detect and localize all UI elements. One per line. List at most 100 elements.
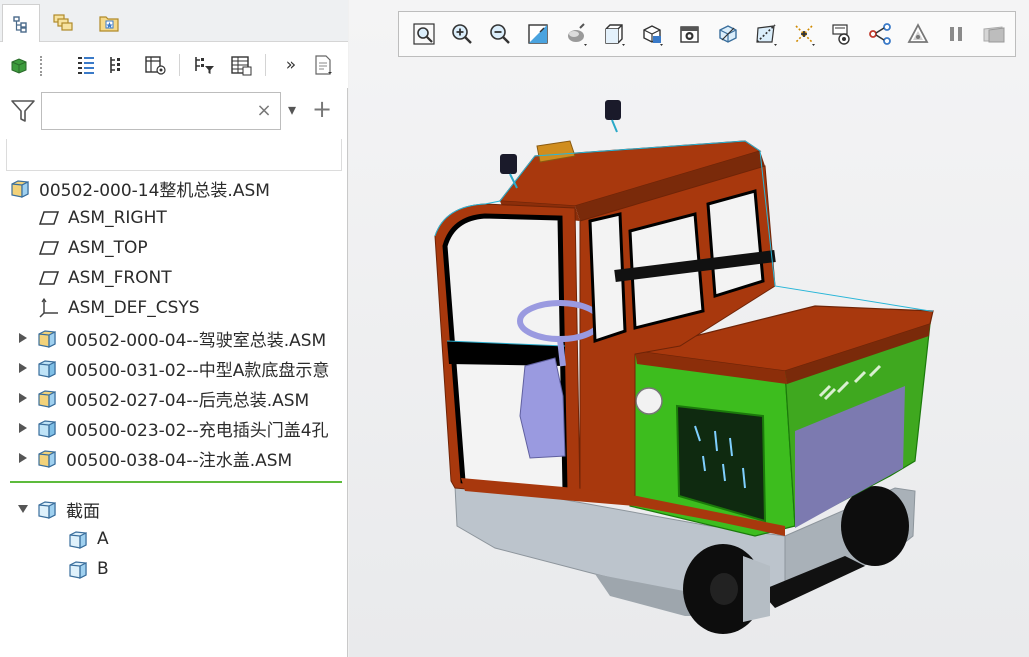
tree-root[interactable]: 00502-000-14整机总装.ASM xyxy=(0,173,348,203)
datum-plane-icon xyxy=(38,237,60,259)
tree-item-chassis-part[interactable]: 00500-031-02--中型A款底盘示意 xyxy=(0,353,348,383)
tree-item-label: ASM_DEF_CSYS xyxy=(68,298,200,318)
datum-plane-icon xyxy=(38,207,60,229)
tree-item-label: ASM_RIGHT xyxy=(68,208,167,228)
model-tree: 00502-000-14整机总装.ASM ASM_RIGHT ASM_TOP A… xyxy=(0,172,348,482)
tree-item-asm-def-csys[interactable]: ASM_DEF_CSYS xyxy=(0,293,348,323)
component-cube-icon xyxy=(11,58,27,74)
model-tree-icon xyxy=(13,16,27,33)
expand-arrow-icon[interactable] xyxy=(16,391,30,405)
section-item-a[interactable]: A xyxy=(0,524,348,554)
add-filter-button[interactable]: + xyxy=(310,96,334,122)
part-icon xyxy=(36,417,58,439)
tree-item-label: 00500-038-04--注水盖.ASM xyxy=(66,450,293,471)
panel-tab-strip xyxy=(0,0,348,43)
saved-orientations-button[interactable] xyxy=(595,15,633,53)
component-display-button[interactable] xyxy=(4,50,34,80)
zoom-in-button[interactable] xyxy=(443,15,481,53)
display-style-icon xyxy=(568,23,587,46)
appearance-button[interactable] xyxy=(899,15,937,53)
toolbar-separator xyxy=(265,54,266,76)
view-manager-button[interactable] xyxy=(861,15,899,53)
tree-item-charging-cover[interactable]: 00500-023-02--充电插头门盖4孔 xyxy=(0,413,348,443)
table-view-icon xyxy=(145,56,166,75)
annotation-display-icon xyxy=(756,24,777,46)
tree-columns-icon xyxy=(110,57,120,73)
tree-filters-button[interactable] xyxy=(70,50,100,80)
sections-folder-label: 截面 xyxy=(66,501,100,522)
section-button[interactable] xyxy=(709,15,747,53)
tree-item-water-cap[interactable]: 00500-038-04--注水盖.ASM xyxy=(0,443,348,473)
clear-search-button[interactable]: × xyxy=(254,100,274,122)
part-icon xyxy=(36,357,58,379)
saved-orientations-icon xyxy=(605,24,625,46)
tree-toolbar: » xyxy=(0,42,348,88)
expand-arrow-icon[interactable] xyxy=(16,451,30,465)
named-views-button[interactable] xyxy=(633,15,671,53)
expand-arrow-icon[interactable] xyxy=(16,421,30,435)
expand-arrow-icon[interactable] xyxy=(16,361,30,375)
document-icon xyxy=(315,55,332,75)
settings-table-button[interactable] xyxy=(226,50,256,80)
tree-item-asm-top[interactable]: ASM_TOP xyxy=(0,233,348,263)
tree-item-asm-right[interactable]: ASM_RIGHT xyxy=(0,203,348,233)
annotation-display-button[interactable] xyxy=(747,15,785,53)
tree-item-label: 00502-000-04--驾驶室总装.ASM xyxy=(66,330,327,351)
sections-folder[interactable]: 截面 xyxy=(0,494,348,524)
favorites-tab[interactable] xyxy=(90,4,128,42)
display-style-button[interactable] xyxy=(557,15,595,53)
zoom-out-icon xyxy=(490,24,510,44)
assembly-icon xyxy=(36,387,58,409)
tree-item-rear-shell[interactable]: 00502-027-04--后壳总装.ASM xyxy=(0,383,348,413)
datum-plane-icon xyxy=(38,267,60,289)
settings-table-icon xyxy=(231,56,252,76)
rear-wheel xyxy=(841,486,909,566)
more-tools-button[interactable]: » xyxy=(276,50,306,80)
render-button[interactable] xyxy=(975,15,1013,53)
expand-arrow-icon[interactable] xyxy=(16,331,30,345)
assembly-icon xyxy=(36,327,58,349)
datum-display-button[interactable] xyxy=(785,15,823,53)
tree-columns-button[interactable] xyxy=(102,50,132,80)
filter-dropdown-button[interactable]: ▾ xyxy=(284,98,300,122)
section-label: B xyxy=(97,559,109,579)
zoom-out-button[interactable] xyxy=(481,15,519,53)
view-manager-icon xyxy=(869,23,891,45)
vehicle-3d-model[interactable] xyxy=(425,96,945,646)
repaint-button[interactable] xyxy=(519,15,557,53)
tree-filter-icon xyxy=(195,57,214,74)
assembly-icon xyxy=(36,447,58,469)
tree-root-label: 00502-000-14整机总装.ASM xyxy=(39,180,270,201)
tree-header-strip xyxy=(6,139,342,171)
document-options-button[interactable] xyxy=(308,50,338,80)
filter-row: × ▾ + xyxy=(0,88,348,134)
section-label: A xyxy=(97,529,109,549)
pause-button[interactable] xyxy=(937,15,975,53)
model-tree-tab[interactable] xyxy=(2,4,40,43)
tree-item-label: ASM_TOP xyxy=(68,238,148,258)
tree-item-label: 00502-027-04--后壳总装.ASM xyxy=(66,390,310,411)
view-toolbar xyxy=(398,11,1016,57)
layers-tab[interactable] xyxy=(44,4,82,42)
search-box: × xyxy=(41,92,281,130)
perspective-view-icon xyxy=(680,26,699,43)
collapse-arrow-icon[interactable] xyxy=(16,502,30,516)
named-views-icon xyxy=(643,25,663,46)
tree-item-label: ASM_FRONT xyxy=(68,268,172,288)
tree-item-label: 00500-031-02--中型A款底盘示意 xyxy=(66,360,330,381)
tree-item-asm-front[interactable]: ASM_FRONT xyxy=(0,263,348,293)
section-icon xyxy=(67,558,89,580)
section-item-b[interactable]: B xyxy=(0,554,348,584)
show-tree-button[interactable] xyxy=(140,50,170,80)
section-icon xyxy=(719,25,737,43)
perspective-view-button[interactable] xyxy=(671,15,709,53)
tree-list-icon xyxy=(78,57,94,74)
filter-funnel-icon[interactable] xyxy=(10,98,36,124)
tree-search-input[interactable] xyxy=(46,97,246,125)
layers-icon xyxy=(53,14,73,31)
tree-filter-button[interactable] xyxy=(189,50,219,80)
spin-center-button[interactable] xyxy=(823,15,861,53)
coordinate-system-icon xyxy=(38,297,60,319)
tree-item-cab-assembly[interactable]: 00502-000-04--驾驶室总装.ASM xyxy=(0,323,348,353)
refit-button[interactable] xyxy=(405,15,443,53)
